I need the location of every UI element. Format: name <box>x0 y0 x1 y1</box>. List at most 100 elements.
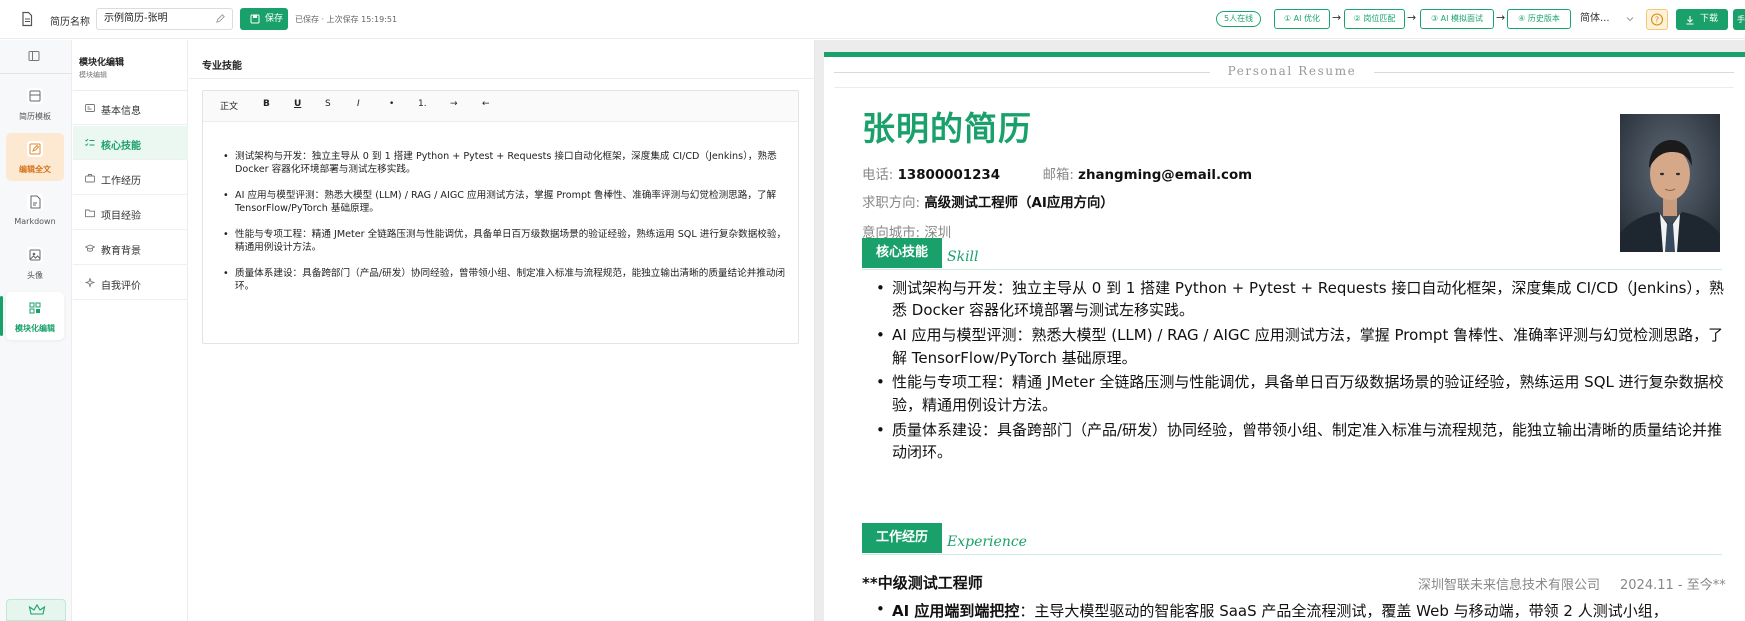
rail-item-label: 编辑全文 <box>19 165 51 174</box>
italic-button[interactable]: I <box>357 99 360 109</box>
document-icon[interactable] <box>19 11 35 27</box>
bullet-list-button[interactable]: • <box>389 99 394 109</box>
module-item-label: 项目经验 <box>101 211 141 222</box>
phone-label: 电话: <box>862 168 894 183</box>
editor-panel: 专业技能 正文 B U S I • 1. → ← 测试架构与开发：独立主导从 0… <box>189 40 814 621</box>
step-job-match[interactable]: ② 岗位匹配 <box>1344 9 1405 29</box>
module-item-label: 核心技能 <box>101 141 141 152</box>
rail-item-templates[interactable]: 简历模板 <box>6 80 64 128</box>
editor-bullet[interactable]: 测试架构与开发：独立主导从 0 到 1 搭建 Python + Pytest +… <box>223 150 788 176</box>
arrow-right-icon: → <box>1496 11 1506 24</box>
rail-item-avatar[interactable]: 头像 <box>6 239 64 287</box>
skills-tag: 核心技能 <box>862 238 943 268</box>
briefcase-icon <box>85 174 95 183</box>
experience-en-label: Experience <box>947 534 1027 550</box>
editor-content[interactable]: 测试架构与开发：独立主导从 0 到 1 搭建 Python + Pytest +… <box>223 150 788 306</box>
editor-title: 专业技能 <box>202 61 242 72</box>
module-item-label: 教育背景 <box>101 246 141 257</box>
arrow-right-icon: → <box>1332 11 1342 24</box>
left-rail: 简历模板 编辑全文 Markdown 头像 模块化编辑 <box>0 40 72 621</box>
underline-button[interactable]: U <box>294 99 301 109</box>
skill-item: AI 应用与模型评测：熟悉大模型 (LLM) / RAG / AIGC 应用测试… <box>872 324 1728 369</box>
top-bar: 简历名称 示例简历-张明 保存 已保存 · 上次保存 15:19:51 5人在线… <box>0 0 1745 39</box>
target-value: 高级测试工程师（AI应用方向） <box>924 196 1114 211</box>
bold-button[interactable]: B <box>263 99 270 109</box>
module-icon <box>27 300 43 316</box>
help-button[interactable]: ? <box>1646 9 1668 30</box>
rail-item-module-edit[interactable]: 模块化编辑 <box>0 292 64 340</box>
download-label: 下载 <box>1700 14 1719 24</box>
sparkle-icon <box>85 278 95 288</box>
module-item-work[interactable]: 工作经历 <box>73 161 188 195</box>
rail-item-edit-all[interactable]: 编辑全文 <box>6 133 64 181</box>
email-label: 邮箱: <box>1042 168 1074 183</box>
header-rule <box>834 72 1210 73</box>
module-item-self-eval[interactable]: 自我评价 <box>73 266 188 300</box>
save-icon <box>250 14 260 24</box>
email-value: zhangming@email.com <box>1078 168 1253 183</box>
folder-icon <box>85 209 95 218</box>
language-select[interactable]: 简体... <box>1578 9 1638 29</box>
editor-toolbar: 正文 B U S I • 1. → ← <box>203 91 798 122</box>
rail-item-markdown[interactable]: Markdown <box>6 186 64 234</box>
step-history[interactable]: ④ 历史版本 <box>1507 9 1571 29</box>
rail-item-label: 模块化编辑 <box>15 324 55 333</box>
editor-bullet[interactable]: 性能与专项工程：精通 JMeter 全链路压测与性能调优，具备单日百万级数据场景… <box>223 228 788 254</box>
module-item-basic-info[interactable]: 基本信息 <box>73 91 188 125</box>
rail-item-label: 简历模板 <box>19 112 51 121</box>
module-item-education[interactable]: 教育背景 <box>73 231 188 265</box>
step-ai-interview[interactable]: ③ AI 模拟面试 <box>1420 9 1494 29</box>
indent-button[interactable]: → <box>450 99 458 109</box>
skill-item: 性能与专项工程：精通 JMeter 全链路压测与性能调优，具备单日百万级数据场景… <box>872 371 1728 416</box>
download-button[interactable]: 下载 <box>1676 9 1728 30</box>
crown-icon <box>28 603 46 615</box>
skill-item: 测试架构与开发：独立主导从 0 到 1 搭建 Python + Pytest +… <box>872 277 1728 322</box>
mobile-button[interactable]: 手机 <box>1733 9 1745 30</box>
resume-name-input[interactable]: 示例简历-张明 <box>96 8 233 30</box>
job-company: 深圳智联未来信息技术有限公司 <box>1418 578 1601 593</box>
resume-name-value[interactable]: 示例简历-张明 <box>104 13 168 24</box>
editor-bullet[interactable]: 质量体系建设：具备跨部门（产品/研发）协同经验，曾带领小组、制定准入标准与流程规… <box>223 267 788 293</box>
language-value: 简体... <box>1580 13 1610 24</box>
save-label: 保存 <box>265 14 284 24</box>
editor-bullet[interactable]: AI 应用与模型评测：熟悉大模型 (LLM) / RAG / AIGC 应用测试… <box>223 189 788 215</box>
module-item-label: 基本信息 <box>101 106 141 117</box>
rail-item-label: Markdown <box>14 217 56 226</box>
resume-header-text: Personal Resume <box>1227 64 1357 78</box>
phone-value: 13800001234 <box>897 168 1001 183</box>
experience-section-header: 工作经历 Experience <box>862 523 1722 555</box>
strikethrough-button[interactable]: S <box>325 99 331 109</box>
ordered-list-button[interactable]: 1. <box>418 99 427 109</box>
module-item-label: 工作经历 <box>101 176 141 187</box>
edit-icon[interactable] <box>215 13 226 24</box>
skills-section-header: 核心技能 Skill <box>862 238 1722 270</box>
contact-line: 电话: 13800001234 邮箱: zhangming@email.com <box>862 163 1252 183</box>
job-bullet: AI 应用端到端把控：主导大模型驱动的智能客服 SaaS 产品全流程测试，覆盖 … <box>872 600 1728 621</box>
sidebar-toggle-icon[interactable] <box>28 50 40 62</box>
avatar <box>1620 114 1720 252</box>
upgrade-button[interactable] <box>6 599 66 621</box>
target-line: 求职方向: 高级测试工程师（AI应用方向） <box>862 191 1114 211</box>
step-ai-optimize[interactable]: ① AI 优化 <box>1274 9 1330 29</box>
paragraph-style-button[interactable]: 正文 <box>220 99 238 112</box>
job-date: 2024.11 - 至今** <box>1620 578 1726 593</box>
chevron-down-icon <box>1626 17 1634 22</box>
svg-text:?: ? <box>1655 16 1659 25</box>
module-nav: 模块化编辑 模块编辑 基本信息 核心技能 工作经历 项目经验 教育背景 自我评价 <box>73 40 188 621</box>
module-item-projects[interactable]: 项目经验 <box>73 196 188 230</box>
header-divider <box>834 87 1734 88</box>
job-bullet-bold: AI 应用端到端把控 <box>892 602 1020 620</box>
template-icon <box>27 88 43 104</box>
rail-item-label: 头像 <box>27 271 43 280</box>
module-item-skills[interactable]: 核心技能 <box>73 126 188 160</box>
outdent-button[interactable]: ← <box>482 99 490 109</box>
edit-all-icon <box>27 141 43 157</box>
skill-item: 质量体系建设：具备跨部门（产品/研发）协同经验，曾带领小组、制定准入标准与流程规… <box>872 419 1728 464</box>
list-check-icon <box>85 138 95 147</box>
markdown-icon <box>27 194 43 210</box>
download-icon <box>1686 16 1694 25</box>
save-button[interactable]: 保存 <box>240 8 288 30</box>
online-badge[interactable]: 5人在线 <box>1216 11 1262 27</box>
module-nav-subtitle: 模块编辑 <box>79 71 107 79</box>
module-item-label: 自我评价 <box>101 281 141 292</box>
